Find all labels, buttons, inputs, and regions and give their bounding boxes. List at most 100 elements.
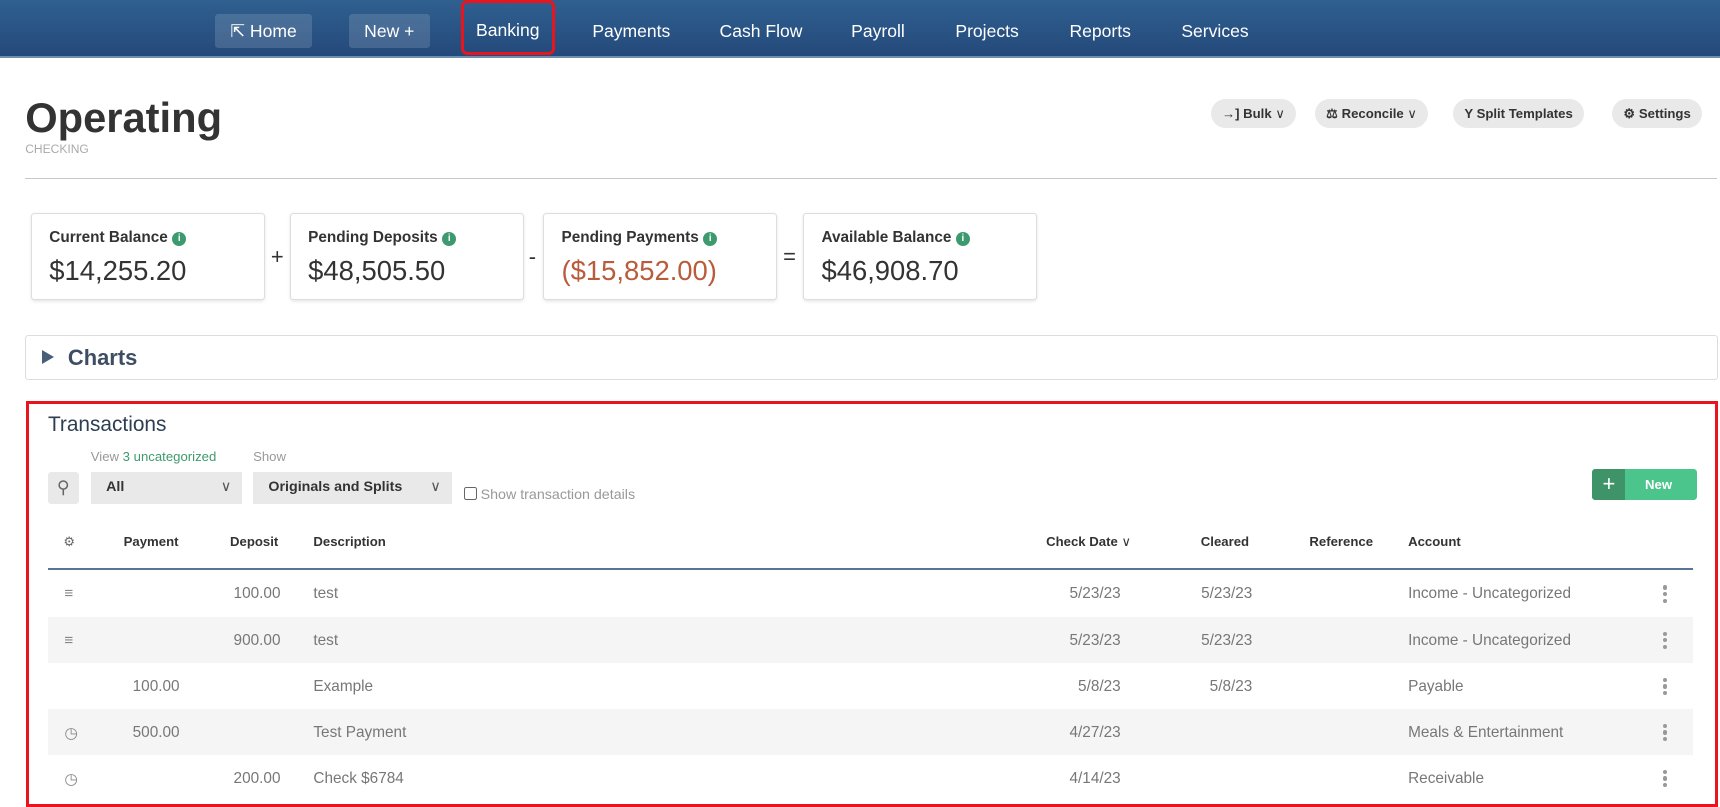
- pending-payments-card: Pending Payments i ($15,852.00): [542, 212, 778, 301]
- card-label: Pending Payments: [561, 229, 699, 247]
- col-check-date[interactable]: Check Date ∨: [1046, 534, 1131, 550]
- card-value: $46,908.70: [821, 255, 959, 287]
- charts-title: Charts: [67, 345, 138, 371]
- bulk-button[interactable]: →] Bulk ∨: [1210, 98, 1296, 129]
- bulk-label: Bulk: [1243, 105, 1272, 121]
- settings-button[interactable]: ⚙ Settings: [1612, 98, 1702, 129]
- settings-label: Settings: [1638, 105, 1691, 121]
- menu-icon[interactable]: ≡: [64, 585, 73, 603]
- column-settings-icon[interactable]: ⚙: [63, 534, 75, 550]
- view-select-value: All: [106, 479, 125, 496]
- description-cell[interactable]: test: [313, 585, 338, 603]
- account-cell: Payable: [1408, 677, 1464, 695]
- nav-cash-flow[interactable]: Cash Flow: [704, 14, 818, 48]
- split-templates-button[interactable]: Y Split Templates: [1453, 98, 1584, 129]
- cleared-cell: 5/23/23: [1201, 585, 1253, 603]
- clock-icon[interactable]: ◷: [64, 770, 77, 789]
- gear-icon: ⚙: [1623, 105, 1636, 121]
- check-date-cell: 4/14/23: [1069, 769, 1121, 787]
- description-cell[interactable]: test: [313, 632, 338, 650]
- account-cell: Income - Uncategorized: [1408, 585, 1571, 603]
- new-transaction-button[interactable]: + New: [1592, 469, 1697, 500]
- split-icon: Y: [1464, 105, 1473, 121]
- account-cell: Meals & Entertainment: [1408, 723, 1564, 741]
- card-value: $48,505.50: [308, 255, 446, 287]
- deposit-cell: 900.00: [233, 631, 281, 649]
- col-payment[interactable]: Payment: [124, 534, 179, 549]
- pending-deposits-card: Pending Deposits i $48,505.50: [289, 212, 525, 301]
- more-options-icon[interactable]: [1662, 723, 1667, 744]
- payment-cell: 500.00: [132, 723, 180, 741]
- chevron-down-icon: ∨: [1407, 105, 1418, 121]
- page-subtitle: CHECKING: [25, 141, 89, 156]
- card-label: Pending Deposits: [308, 229, 438, 247]
- search-icon: ⚲: [56, 477, 70, 498]
- transactions-panel: Transactions View 3 uncategorized Show ⚲…: [26, 401, 1719, 807]
- plus-icon: +: [404, 21, 415, 42]
- info-icon[interactable]: i: [703, 232, 718, 247]
- available-balance-card: Available Balance i $46,908.70: [802, 212, 1038, 301]
- description-cell[interactable]: Example: [313, 678, 373, 696]
- nav-payroll[interactable]: Payroll: [836, 14, 920, 48]
- nav-payments[interactable]: Payments: [577, 14, 686, 48]
- caret-right-icon: [41, 349, 54, 364]
- table-row[interactable]: 100.00 Example 5/8/23 5/8/23 Payable: [48, 663, 1693, 709]
- table-row[interactable]: ≡ 100.00 test 5/23/23 5/23/23 Income - Uncate…: [48, 571, 1693, 617]
- nav-projects[interactable]: Projects: [940, 14, 1034, 48]
- payment-cell: 100.00: [132, 677, 180, 695]
- nav-new[interactable]: New +: [348, 14, 430, 49]
- charts-panel[interactable]: Charts: [25, 334, 1718, 381]
- chevron-down-icon: ∨: [1275, 105, 1285, 121]
- transactions-title: Transactions: [47, 413, 167, 437]
- page-title: Operating: [25, 94, 223, 142]
- info-icon[interactable]: i: [955, 232, 971, 247]
- card-value: $14,255.20: [49, 255, 187, 287]
- show-details-label: Show transaction details: [480, 486, 636, 503]
- show-details-checkbox[interactable]: Show transaction details: [463, 486, 636, 503]
- deposit-cell: 100.00: [233, 585, 281, 603]
- more-options-icon[interactable]: [1662, 631, 1667, 652]
- nav-home[interactable]: ⇱ Home: [214, 14, 313, 49]
- deposit-cell: 200.00: [233, 769, 281, 787]
- view-select[interactable]: All ∨: [90, 472, 243, 505]
- show-select-value: Originals and Splits: [268, 479, 403, 496]
- account-cell: Receivable: [1408, 769, 1485, 787]
- col-description[interactable]: Description: [313, 534, 385, 549]
- info-icon[interactable]: i: [442, 232, 457, 247]
- more-options-icon[interactable]: [1662, 677, 1667, 698]
- more-options-icon[interactable]: [1662, 769, 1667, 790]
- view-label: View 3 uncategorized: [91, 449, 217, 464]
- view-uncategorized-link[interactable]: 3 uncategorized: [123, 449, 217, 464]
- nav-reports[interactable]: Reports: [1054, 14, 1146, 48]
- nav-home-label: Home: [249, 21, 297, 42]
- chevron-down-icon: ∨: [220, 479, 232, 496]
- clock-icon[interactable]: ◷: [64, 724, 77, 743]
- col-cleared[interactable]: Cleared: [1201, 534, 1249, 549]
- current-balance-card: Current Balance i $14,255.20: [30, 212, 266, 301]
- table-row[interactable]: ◷ 200.00 Check $6784 4/14/23 Receivable: [48, 755, 1693, 801]
- col-reference[interactable]: Reference: [1309, 534, 1373, 549]
- info-icon[interactable]: i: [172, 232, 187, 247]
- card-label: Available Balance: [821, 229, 952, 247]
- check-date-cell: 5/23/23: [1069, 585, 1121, 603]
- reconcile-button[interactable]: ⚖ Reconcile ∨: [1315, 98, 1429, 129]
- col-deposit[interactable]: Deposit: [230, 534, 278, 549]
- show-select[interactable]: Originals and Splits ∨: [253, 472, 452, 505]
- nav-banking[interactable]: Banking: [460, 0, 555, 55]
- more-options-icon[interactable]: [1662, 585, 1667, 605]
- checkbox-icon[interactable]: [463, 486, 477, 500]
- menu-icon[interactable]: ≡: [64, 632, 73, 650]
- account-cell: Income - Uncategorized: [1408, 631, 1571, 649]
- table-row[interactable]: ◷ 500.00 Test Payment 4/27/23 Meals & Entert…: [47, 709, 1694, 756]
- divider: [25, 177, 1717, 179]
- table-row[interactable]: ≡ 900.00 test 5/23/23 5/23/23 Income - Uncate…: [47, 617, 1694, 664]
- col-account[interactable]: Account: [1408, 534, 1461, 549]
- show-label: Show: [253, 449, 286, 465]
- plus-icon: +: [1592, 469, 1626, 500]
- plus-operator: +: [270, 243, 284, 269]
- search-button[interactable]: ⚲: [47, 472, 79, 505]
- description-cell[interactable]: Check $6784: [313, 770, 403, 788]
- description-cell[interactable]: Test Payment: [313, 724, 406, 742]
- nav-services[interactable]: Services: [1166, 14, 1264, 48]
- check-date-cell: 5/8/23: [1078, 677, 1121, 695]
